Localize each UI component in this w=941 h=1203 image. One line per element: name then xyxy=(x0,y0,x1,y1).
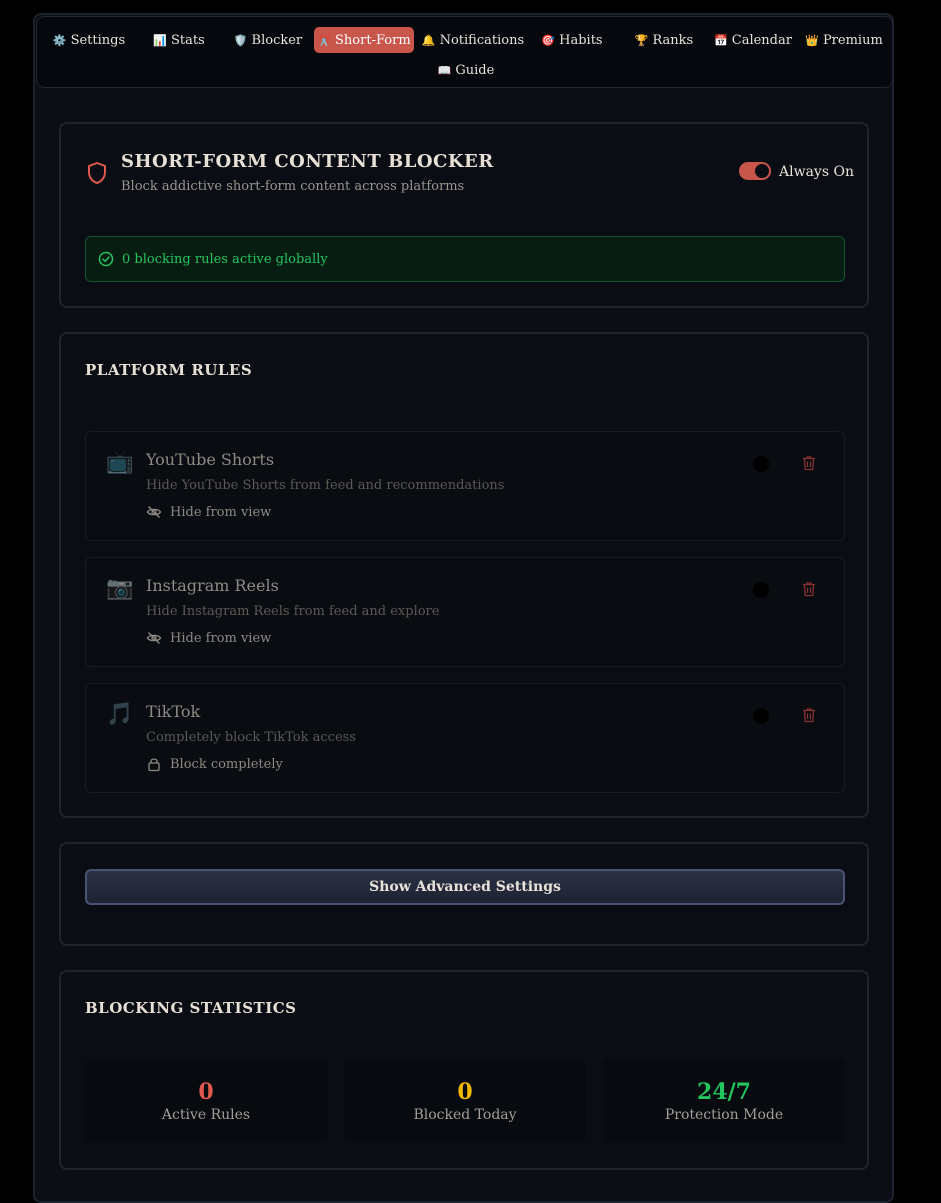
tab-label: Stats xyxy=(170,32,205,48)
tab-label: Blocker xyxy=(251,32,303,48)
rule-description: Hide Instagram Reels from feed and explo… xyxy=(146,604,440,619)
blocker-header-card: SHORT-FORM CONTENT BLOCKER Block addicti… xyxy=(59,122,869,308)
tv-icon: 📺 xyxy=(106,450,134,475)
trophy-icon: 🏆 xyxy=(634,33,649,47)
rule-toggle[interactable] xyxy=(753,456,769,472)
music-note-icon: 🎵 xyxy=(106,702,134,727)
eye-off-icon xyxy=(146,632,162,644)
eye-off-icon xyxy=(146,506,162,518)
stat-active-rules: 0 Active Rules xyxy=(85,1060,327,1142)
tab-label: Calendar xyxy=(731,32,792,48)
bell-icon: 🔔 xyxy=(421,33,436,47)
rule-mode: Hide from view xyxy=(146,504,271,520)
rule-mode-label: Hide from view xyxy=(170,504,272,520)
tab-label: Short-Form xyxy=(335,32,411,48)
rule-name: YouTube Shorts xyxy=(146,450,275,469)
tab-label: Guide xyxy=(455,62,495,78)
rule-description: Completely block TikTok access xyxy=(146,730,356,745)
status-banner: 0 blocking rules active globally xyxy=(85,236,845,282)
rule-youtube-shorts: 📺 YouTube Shorts Hide YouTube Shorts fro… xyxy=(85,431,845,541)
platform-rules-card: PLATFORM RULES 📺 YouTube Shorts Hide You… xyxy=(59,332,869,818)
rule-name: Instagram Reels xyxy=(146,576,279,595)
crown-icon: 👑 xyxy=(805,33,819,47)
book-icon: 📖 xyxy=(437,63,452,77)
shield-icon: 🛡️ xyxy=(233,33,248,47)
stat-value: 0 xyxy=(457,1079,473,1105)
lock-icon xyxy=(148,758,160,772)
check-circle-icon xyxy=(98,251,114,267)
always-on-toggle[interactable] xyxy=(739,162,771,180)
rule-mode-label: Block completely xyxy=(170,756,283,772)
tab-settings[interactable]: ⚙️ Settings xyxy=(52,28,126,52)
camera-icon: 📷 xyxy=(106,576,134,601)
stat-label: Blocked Today xyxy=(413,1107,517,1123)
toggle-label: Always On xyxy=(779,164,854,180)
trash-icon[interactable] xyxy=(802,581,816,597)
rule-instagram-reels: 📷 Instagram Reels Hide Instagram Reels f… xyxy=(85,557,845,667)
section-title: PLATFORM RULES xyxy=(85,361,253,379)
rule-mode-label: Hide from view xyxy=(170,630,272,646)
tab-label: Ranks xyxy=(652,32,694,48)
rule-tiktok: 🎵 TikTok Completely block TikTok access … xyxy=(85,683,845,793)
tab-label: Settings xyxy=(70,32,126,48)
blocking-statistics-card: BLOCKING STATISTICS 0 Active Rules 0 Blo… xyxy=(59,970,869,1170)
show-advanced-settings-button[interactable]: Show Advanced Settings xyxy=(85,869,845,905)
tab-ranks[interactable]: 🏆 Ranks xyxy=(635,28,693,52)
status-text: 0 blocking rules active globally xyxy=(122,251,328,267)
trash-icon[interactable] xyxy=(802,455,816,471)
tab-guide[interactable]: 📖 Guide xyxy=(437,58,495,82)
bar-chart-icon: 📊 xyxy=(153,33,167,47)
rule-mode: Block completely xyxy=(146,756,283,772)
section-title: BLOCKING STATISTICS xyxy=(85,999,297,1017)
shield-icon xyxy=(88,162,106,184)
rule-name: TikTok xyxy=(146,702,201,721)
tab-blocker[interactable]: 🛡️ Blocker xyxy=(234,28,302,52)
tab-stats[interactable]: 📊 Stats xyxy=(151,28,207,52)
stat-blocked-today: 0 Blocked Today xyxy=(344,1060,586,1142)
tab-short-form[interactable]: ✂️ Short-Form xyxy=(314,27,414,53)
stat-value: 24/7 xyxy=(697,1079,751,1105)
top-nav: ⚙️ Settings 📊 Stats 🛡️ Blocker ✂️ Short-… xyxy=(36,16,893,88)
tab-label: Habits xyxy=(559,32,603,48)
app-frame: ⚙️ Settings 📊 Stats 🛡️ Blocker ✂️ Short-… xyxy=(33,13,894,1203)
tab-calendar[interactable]: 📅 Calendar xyxy=(714,28,792,52)
scissors-icon: ✂️ xyxy=(317,33,332,47)
stat-protection-mode: 24/7 Protection Mode xyxy=(603,1060,845,1142)
trash-icon[interactable] xyxy=(802,707,816,723)
tab-notifications[interactable]: 🔔 Notifications xyxy=(421,28,524,52)
tab-label: Notifications xyxy=(439,32,525,48)
rule-description: Hide YouTube Shorts from feed and recomm… xyxy=(146,478,505,493)
stat-value: 0 xyxy=(198,1079,214,1105)
page-subtitle: Block addictive short-form content acros… xyxy=(121,179,465,194)
rule-toggle[interactable] xyxy=(753,708,769,724)
gear-icon: ⚙️ xyxy=(52,33,67,47)
page-title: SHORT-FORM CONTENT BLOCKER xyxy=(121,151,494,172)
tab-premium[interactable]: 👑 Premium xyxy=(805,28,883,52)
stat-label: Active Rules xyxy=(161,1107,251,1123)
advanced-settings-card: Show Advanced Settings xyxy=(59,842,869,946)
tab-habits[interactable]: 🎯 Habits xyxy=(541,28,603,52)
tab-label: Premium xyxy=(822,32,883,48)
rule-mode: Hide from view xyxy=(146,630,271,646)
calendar-icon: 📅 xyxy=(714,33,728,47)
stat-label: Protection Mode xyxy=(664,1107,784,1123)
rule-toggle[interactable] xyxy=(753,582,769,598)
target-icon: 🎯 xyxy=(541,33,556,47)
